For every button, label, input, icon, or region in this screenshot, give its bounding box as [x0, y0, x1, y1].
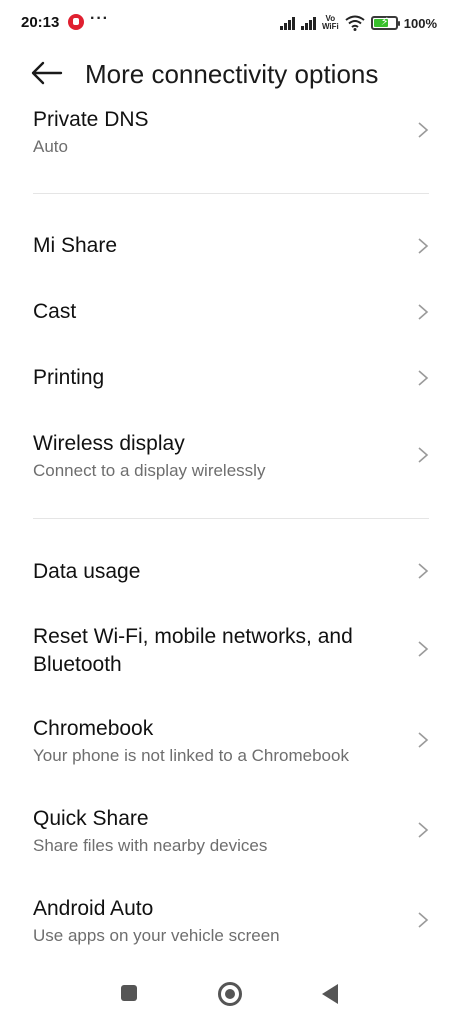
list-item-data-usage[interactable]: Data usage — [0, 552, 461, 592]
item-title: Quick Share — [33, 807, 149, 830]
status-time: 20:13 — [21, 14, 60, 31]
list-item-printing[interactable]: Printing — [0, 358, 461, 398]
chevron-right-icon — [418, 732, 429, 748]
item-title: Android Auto — [33, 897, 154, 920]
list-item-wireless-display[interactable]: Wireless display Connect to a display wi… — [0, 428, 461, 488]
back-triangle-icon[interactable] — [322, 984, 338, 1004]
list-item-chromebook[interactable]: Chromebook Your phone is not linked to a… — [0, 713, 461, 773]
chevron-right-icon — [418, 304, 429, 320]
back-arrow-icon[interactable] — [30, 60, 64, 86]
item-subtitle: Connect to a display wirelessly — [33, 461, 266, 480]
item-subtitle: Share files with nearby devices — [33, 836, 268, 855]
battery-percent: 100% — [403, 15, 437, 31]
notification-app-icon — [68, 14, 84, 30]
recents-square-icon[interactable] — [121, 985, 137, 1001]
chevron-right-icon — [418, 447, 429, 463]
signal-strength-icon-2 — [300, 16, 316, 30]
item-title: Cast — [33, 300, 77, 323]
item-title-line2: Bluetooth — [33, 653, 122, 676]
section-divider — [33, 193, 429, 194]
app-header: More connectivity options — [0, 48, 461, 102]
battery-icon: ⚡ — [370, 16, 400, 30]
list-item-quick-share[interactable]: Quick Share Share files with nearby devi… — [0, 803, 461, 863]
chevron-right-icon — [418, 122, 429, 138]
list-item-private-dns[interactable]: Private DNS Auto — [0, 104, 461, 164]
list-item-reset-network[interactable]: Reset Wi-Fi, mobile networks, and Blueto… — [0, 622, 461, 680]
section-divider — [33, 518, 429, 519]
home-circle-icon[interactable] — [218, 982, 242, 1006]
list-item-cast[interactable]: Cast — [0, 292, 461, 332]
chevron-right-icon — [418, 370, 429, 386]
signal-strength-icon — [279, 16, 295, 30]
item-subtitle: Use apps on your vehicle screen — [33, 926, 280, 945]
page-title: More connectivity options — [85, 59, 379, 89]
item-title: Printing — [33, 366, 105, 389]
list-item-android-auto[interactable]: Android Auto Use apps on your vehicle sc… — [0, 893, 461, 953]
chevron-right-icon — [418, 822, 429, 838]
item-subtitle: Auto — [33, 137, 68, 156]
chevron-right-icon — [418, 238, 429, 254]
item-title: Private DNS — [33, 108, 149, 131]
status-icons: Vo WiFi ⚡ 100% — [279, 12, 437, 34]
wifi-icon — [345, 15, 365, 31]
chevron-right-icon — [418, 912, 429, 928]
more-notifications-icon: ··· — [90, 10, 109, 27]
item-title: Data usage — [33, 560, 141, 583]
item-title: Wireless display — [33, 432, 185, 455]
vowifi-icon: Vo WiFi — [321, 14, 339, 31]
chevron-right-icon — [418, 641, 429, 657]
status-bar: 20:13 ··· Vo WiFi ⚡ 100% — [0, 0, 461, 48]
chevron-right-icon — [418, 563, 429, 579]
item-title: Chromebook — [33, 717, 154, 740]
item-title: Reset Wi-Fi, mobile networks, and — [33, 625, 353, 648]
item-subtitle: Your phone is not linked to a Chromebook — [33, 746, 349, 765]
list-item-mi-share[interactable]: Mi Share — [0, 226, 461, 266]
item-title: Mi Share — [33, 234, 118, 257]
